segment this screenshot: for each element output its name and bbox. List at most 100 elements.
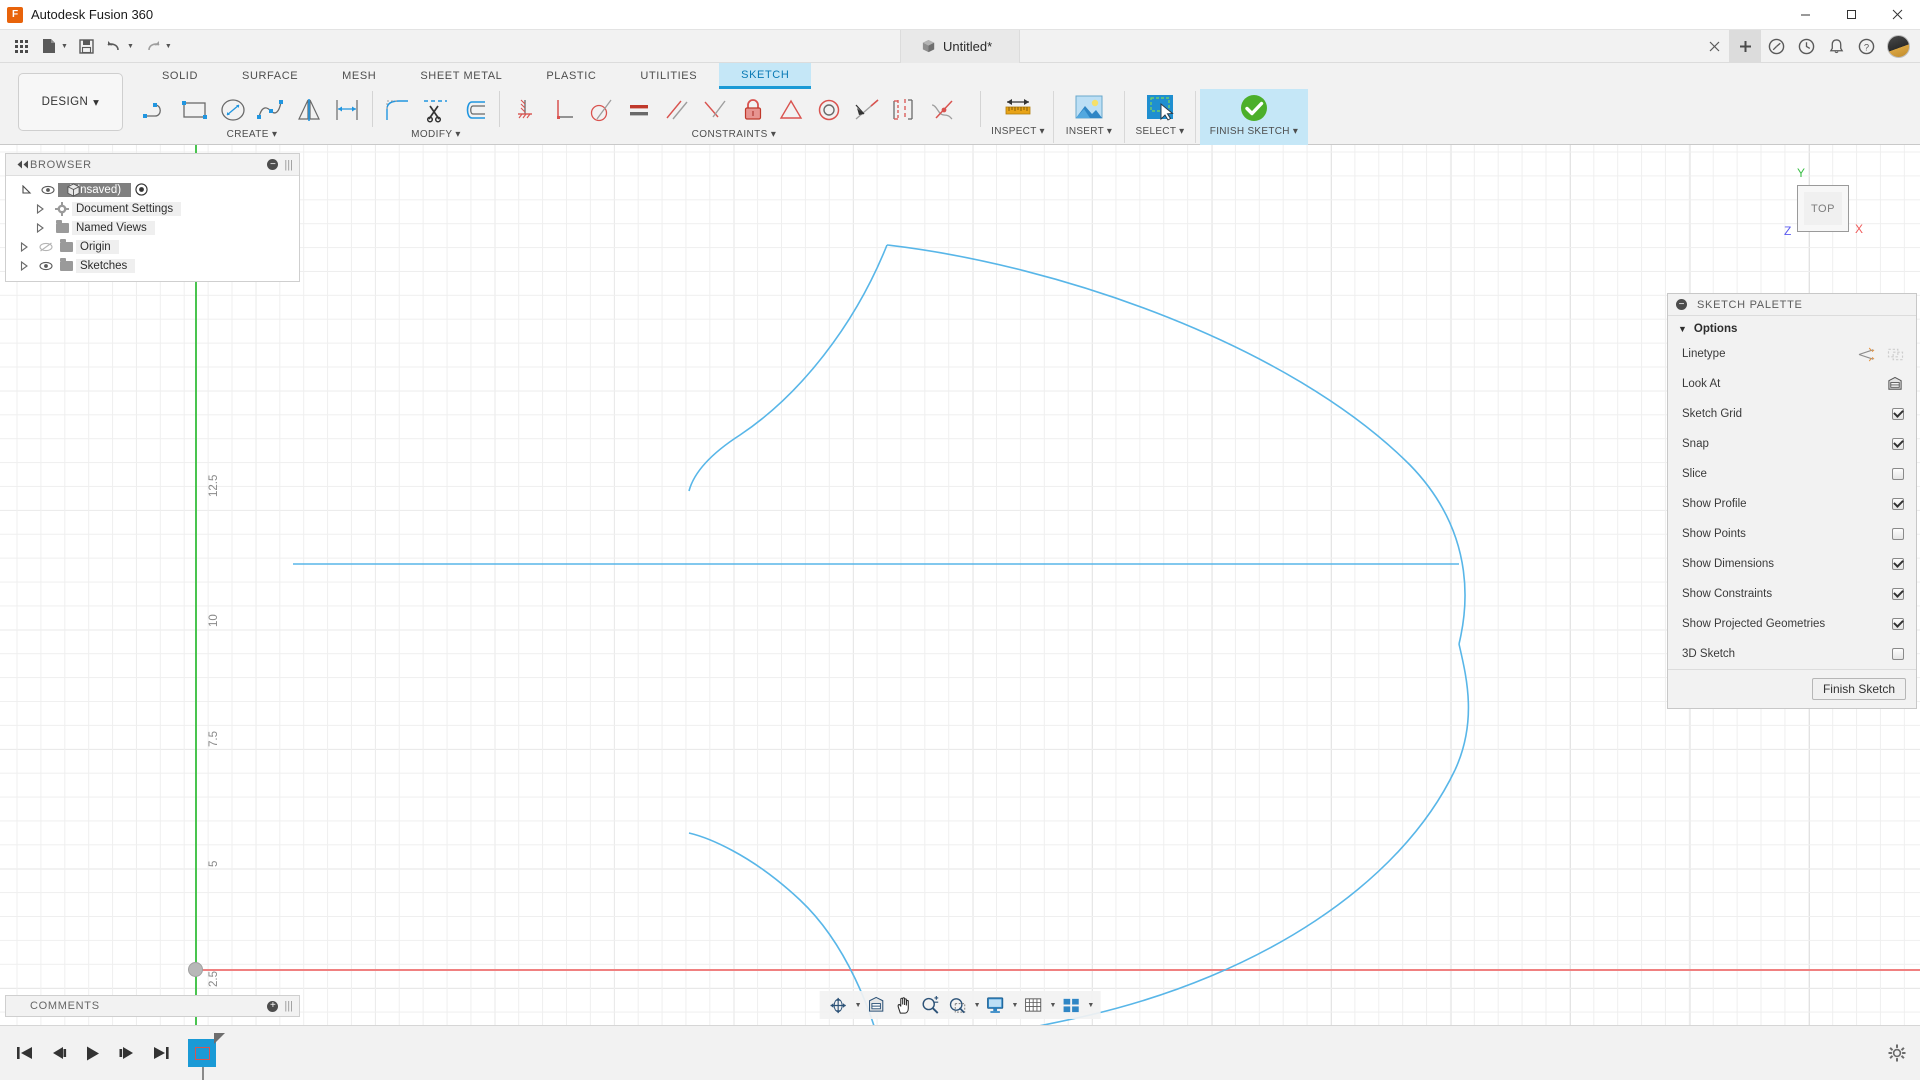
viewcube-top-face[interactable]: TOP (1797, 185, 1849, 232)
browser-item-document-settings[interactable]: Document Settings (6, 199, 299, 218)
expand-arrow-icon[interactable] (20, 261, 36, 271)
activate-component-icon[interactable] (135, 183, 148, 196)
viewports-caret-icon[interactable]: ▼ (1087, 1002, 1094, 1009)
tab-utilities[interactable]: UTILITIES (618, 63, 719, 89)
tab-sheet-metal[interactable]: SHEET METAL (398, 63, 524, 89)
show-projected-geometries-checkbox[interactable] (1892, 618, 1904, 630)
trim-icon[interactable] (419, 90, 453, 130)
go-to-beginning-icon[interactable] (16, 1045, 34, 1061)
undo-caret-icon[interactable]: ▼ (127, 43, 134, 50)
gear-icon[interactable] (1888, 1044, 1906, 1062)
tab-mesh[interactable]: MESH (320, 63, 398, 89)
expand-arrow-icon[interactable] (36, 204, 52, 214)
options-section-header[interactable]: ▼ Options (1668, 316, 1916, 339)
tab-plastic[interactable]: PLASTIC (524, 63, 618, 89)
browser-item-sketches[interactable]: Sketches (6, 256, 299, 275)
insert-button[interactable]: INSERT ▾ (1058, 89, 1120, 145)
smooth-icon[interactable] (926, 90, 960, 130)
snap-checkbox[interactable] (1892, 438, 1904, 450)
step-back-icon[interactable] (50, 1045, 68, 1061)
viewports-icon[interactable] (1058, 992, 1083, 1018)
palette-collapse-icon[interactable]: − (1676, 299, 1687, 310)
visibility-eye-icon[interactable] (36, 261, 56, 271)
browser-item-named-views[interactable]: Named Views (6, 218, 299, 237)
grid-snaps-icon[interactable] (1020, 992, 1045, 1018)
finish-sketch-palette-button[interactable]: Finish Sketch (1812, 678, 1906, 700)
mirror-icon[interactable] (292, 90, 326, 130)
browser-item-origin[interactable]: Origin (6, 237, 299, 256)
look-at-icon[interactable] (864, 992, 889, 1018)
help-icon[interactable]: ? (1851, 30, 1881, 63)
new-document-icon[interactable] (36, 33, 62, 59)
inspect-button[interactable]: INSPECT ▾ (987, 89, 1049, 145)
select-button[interactable]: SELECT ▾ (1129, 89, 1191, 145)
zoom-icon[interactable] (918, 992, 943, 1018)
rectangle-icon[interactable] (178, 90, 212, 130)
visibility-hidden-eye-icon[interactable] (36, 242, 56, 252)
slice-checkbox[interactable] (1892, 468, 1904, 480)
finish-sketch-button[interactable]: FINISH SKETCH ▾ (1200, 89, 1308, 145)
orbit-caret-icon[interactable]: ▼ (855, 1002, 862, 1009)
tab-solid[interactable]: SOLID (140, 63, 220, 89)
close-tab-icon[interactable] (1699, 30, 1729, 63)
show-profile-checkbox[interactable] (1892, 498, 1904, 510)
expand-arrow-icon[interactable] (36, 223, 52, 233)
avatar[interactable] (1887, 35, 1910, 58)
redo-caret-icon[interactable]: ▼ (165, 43, 172, 50)
spline-icon[interactable] (254, 90, 288, 130)
add-comment-icon[interactable]: + (267, 1001, 278, 1012)
visibility-eye-icon[interactable] (38, 185, 58, 195)
concentric-icon[interactable] (812, 90, 846, 130)
circle-icon[interactable] (216, 90, 250, 130)
create-panel-label[interactable]: CREATE ▾ (138, 129, 366, 140)
maximize-button[interactable] (1828, 0, 1874, 30)
display-settings-caret-icon[interactable]: ▼ (1012, 1002, 1019, 1009)
constraints-panel-label[interactable]: CONSTRAINTS ▾ (506, 129, 962, 140)
browser-item-unsaved[interactable]: (Unsaved) (6, 180, 299, 199)
3d-sketch-checkbox[interactable] (1892, 648, 1904, 660)
expand-arrow-icon[interactable] (20, 242, 36, 252)
expand-arrow-icon[interactable] (22, 185, 38, 195)
collapse-left-icon[interactable] (16, 160, 30, 169)
display-settings-icon[interactable] (983, 992, 1008, 1018)
new-document-caret-icon[interactable]: ▼ (61, 43, 68, 50)
pan-icon[interactable] (891, 992, 916, 1018)
tangent-icon[interactable] (584, 90, 618, 130)
zoom-window-icon[interactable] (945, 992, 970, 1018)
job-status-icon[interactable] (1791, 30, 1821, 63)
dimension-create-icon[interactable] (330, 90, 364, 130)
add-tab-icon[interactable] (1729, 30, 1761, 63)
look-at-icon[interactable] (1886, 376, 1904, 392)
line-icon[interactable] (140, 90, 174, 130)
comments-panel[interactable]: COMMENTS + ||| (5, 995, 300, 1017)
play-icon[interactable] (84, 1045, 102, 1062)
close-button[interactable] (1874, 0, 1920, 30)
perpendicular-icon[interactable] (546, 90, 580, 130)
tab-surface[interactable]: SURFACE (220, 63, 320, 89)
tab-sketch[interactable]: SKETCH (719, 63, 811, 89)
show-constraints-checkbox[interactable] (1892, 588, 1904, 600)
parallel-icon[interactable] (660, 90, 694, 130)
grid-snaps-caret-icon[interactable]: ▼ (1049, 1002, 1056, 1009)
document-tab[interactable]: Untitled* (900, 30, 1020, 63)
centerline-icon[interactable] (1887, 347, 1904, 362)
fillet-icon[interactable] (381, 90, 415, 130)
zoom-window-caret-icon[interactable]: ▼ (974, 1002, 981, 1009)
step-forward-icon[interactable] (118, 1045, 136, 1061)
workspace-switcher-button[interactable]: DESIGN ▾ (18, 73, 123, 131)
midpoint-icon[interactable] (698, 90, 732, 130)
offset-icon[interactable] (457, 90, 491, 130)
collinear-icon[interactable] (850, 90, 884, 130)
show-dimensions-checkbox[interactable] (1892, 558, 1904, 570)
symmetry-icon[interactable] (774, 90, 808, 130)
undo-icon[interactable] (102, 33, 128, 59)
browser-collapse-icon[interactable]: − (267, 159, 278, 170)
modify-panel-label[interactable]: MODIFY ▾ (379, 129, 493, 140)
viewport-canvas[interactable]: 12.5 10 7.5 5 2.5 -2.5 Y (0, 145, 1920, 1025)
lock-icon[interactable] (736, 90, 770, 130)
construction-line-icon[interactable] (1858, 347, 1875, 362)
go-to-end-icon[interactable] (152, 1045, 170, 1061)
fix-unfix-icon[interactable] (508, 90, 542, 130)
redo-icon[interactable] (140, 33, 166, 59)
show-points-checkbox[interactable] (1892, 528, 1904, 540)
